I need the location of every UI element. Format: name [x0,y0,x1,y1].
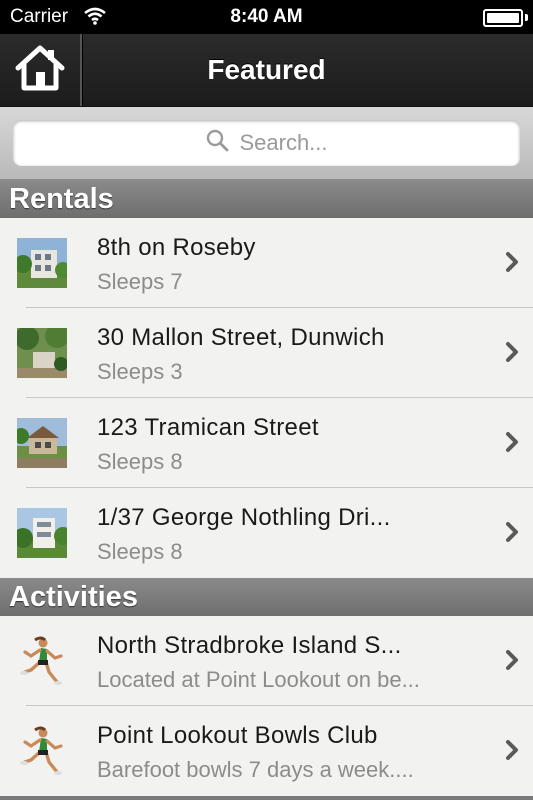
navigation-bar: Featured [0,34,533,107]
rental-thumbnail [17,508,67,558]
home-icon [14,44,66,97]
search-placeholder: Search... [239,130,328,155]
battery-icon [483,9,523,27]
list-item-title: 123 Tramican Street [97,414,319,441]
runner-icon [17,726,67,776]
section-header-edge [0,796,533,800]
chevron-right-icon [505,431,519,458]
list-item-title: 8th on Roseby [97,234,256,261]
list-item-subtitle: Sleeps 7 [97,269,183,294]
chevron-right-icon [505,649,519,676]
search-bar: Search... [0,107,533,180]
list-item-title: Point Lookout Bowls Club [97,722,378,749]
search-input[interactable]: Search... [13,120,520,166]
list-item-subtitle: Sleeps 8 [97,449,183,474]
chevron-right-icon [505,521,519,548]
section-header-rentals: Rentals [0,180,533,218]
search-icon [205,128,239,158]
chevron-right-icon [505,739,519,766]
list-item-subtitle: Barefoot bowls 7 days a week.... [97,757,414,782]
list-item[interactable]: Point Lookout Bowls Club Barefoot bowls … [0,706,533,796]
section-header-activities: Activities [0,578,533,616]
chevron-right-icon [505,341,519,368]
status-bar: Carrier 8:40 AM [0,0,533,34]
list-item[interactable]: 123 Tramican Street Sleeps 8 [0,398,533,488]
runner-icon [17,636,67,686]
list-item[interactable]: 30 Mallon Street, Dunwich Sleeps 3 [0,308,533,398]
rental-thumbnail [17,328,67,378]
list-item-title: 30 Mallon Street, Dunwich [97,324,385,351]
home-button[interactable] [0,34,82,106]
rental-thumbnail [17,418,67,468]
rental-thumbnail [17,238,67,288]
list-item[interactable]: 1/37 George Nothling Dri... Sleeps 8 [0,488,533,578]
chevron-right-icon [505,251,519,278]
clock: 8:40 AM [230,6,303,27]
list-item-title: North Stradbroke Island S... [97,632,402,659]
list-item-title: 1/37 George Nothling Dri... [97,504,391,531]
list-item-subtitle: Located at Point Lookout on be... [97,667,420,692]
list-item[interactable]: 8th on Roseby Sleeps 7 [0,218,533,308]
list-item[interactable]: North Stradbroke Island S... Located at … [0,616,533,706]
list-item-subtitle: Sleeps 8 [97,539,183,564]
list-item-subtitle: Sleeps 3 [97,359,183,384]
